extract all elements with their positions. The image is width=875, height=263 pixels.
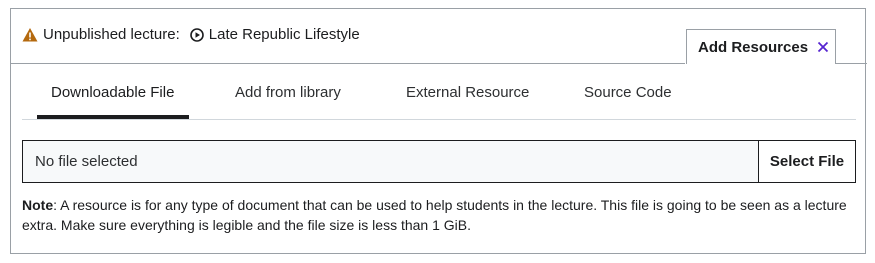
add-resources-title: Add Resources (698, 38, 809, 56)
note-text: : A resource is for any type of document… (22, 197, 847, 233)
tab-source-code[interactable]: Source Code (584, 84, 672, 101)
tab-downloadable-file[interactable]: Downloadable File (51, 84, 174, 101)
file-picker: No file selected Select File (22, 140, 856, 183)
header-divider-left (11, 63, 685, 64)
lecture-status: Unpublished lecture: Late Republic Lifes… (22, 26, 360, 43)
resource-tabs: Downloadable File Add from library Exter… (22, 73, 856, 120)
tab-external-resource[interactable]: External Resource (406, 84, 529, 101)
warning-icon (22, 27, 38, 43)
tab-add-from-library[interactable]: Add from library (235, 84, 341, 101)
status-label: Unpublished lecture: (43, 26, 180, 43)
header-divider-right (836, 63, 867, 64)
file-name-field[interactable]: No file selected (23, 141, 758, 182)
lecture-header: Unpublished lecture: Late Republic Lifes… (11, 9, 867, 65)
close-icon[interactable] (817, 41, 829, 53)
file-name-value: No file selected (35, 153, 138, 170)
lecture-title: Late Republic Lifestyle (208, 26, 360, 43)
add-resources-panel: Unpublished lecture: Late Republic Lifes… (10, 8, 867, 254)
select-file-button[interactable]: Select File (758, 141, 855, 182)
note-prefix: Note (22, 197, 54, 213)
play-circle-icon (189, 27, 204, 42)
add-resources-tab: Add Resources (686, 29, 836, 64)
resource-note: Note: A resource is for any type of docu… (22, 195, 862, 235)
active-tab-indicator (37, 115, 189, 119)
